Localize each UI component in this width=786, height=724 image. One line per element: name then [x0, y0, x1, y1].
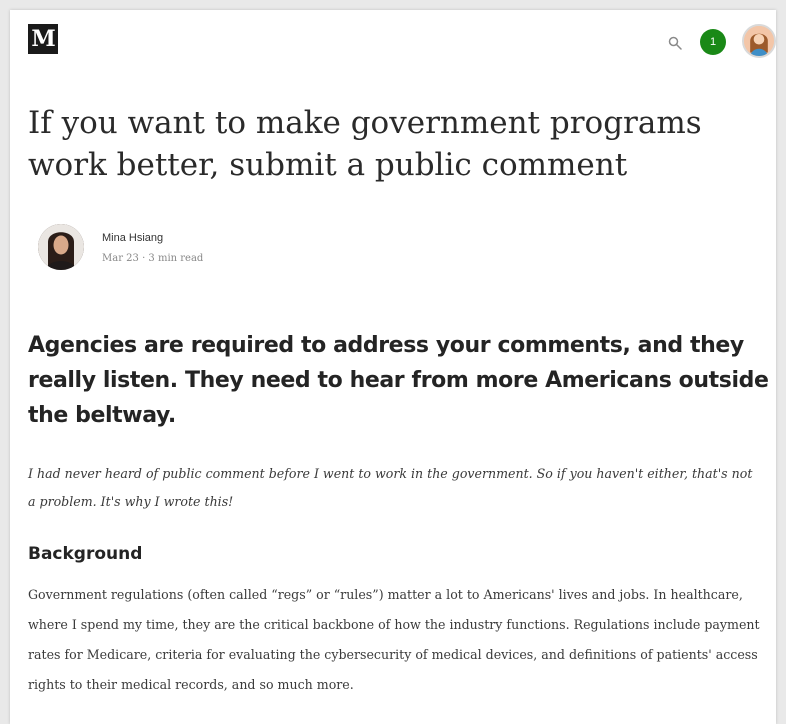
user-avatar[interactable]: [742, 24, 776, 58]
intro-paragraph: I had never heard of public comment befo…: [28, 466, 753, 509]
top-navigation-bar: M 1: [10, 10, 776, 64]
medium-logo[interactable]: M: [28, 24, 58, 54]
search-icon[interactable]: [668, 36, 682, 50]
notification-badge[interactable]: 1: [700, 29, 726, 55]
article-page: M 1 If you want to make government progr…: [10, 10, 776, 724]
post-date-read-time: Mar 23 · 3 min read: [102, 253, 204, 264]
body-paragraph: Government regulations (often called “re…: [28, 587, 760, 692]
author-name[interactable]: Mina Hsiang: [102, 232, 163, 244]
article-subtitle: Agencies are required to address your co…: [28, 333, 769, 428]
author-avatar[interactable]: [38, 224, 84, 270]
section-heading-background: Background: [28, 544, 143, 564]
article-title: If you want to make government programs …: [28, 105, 702, 183]
